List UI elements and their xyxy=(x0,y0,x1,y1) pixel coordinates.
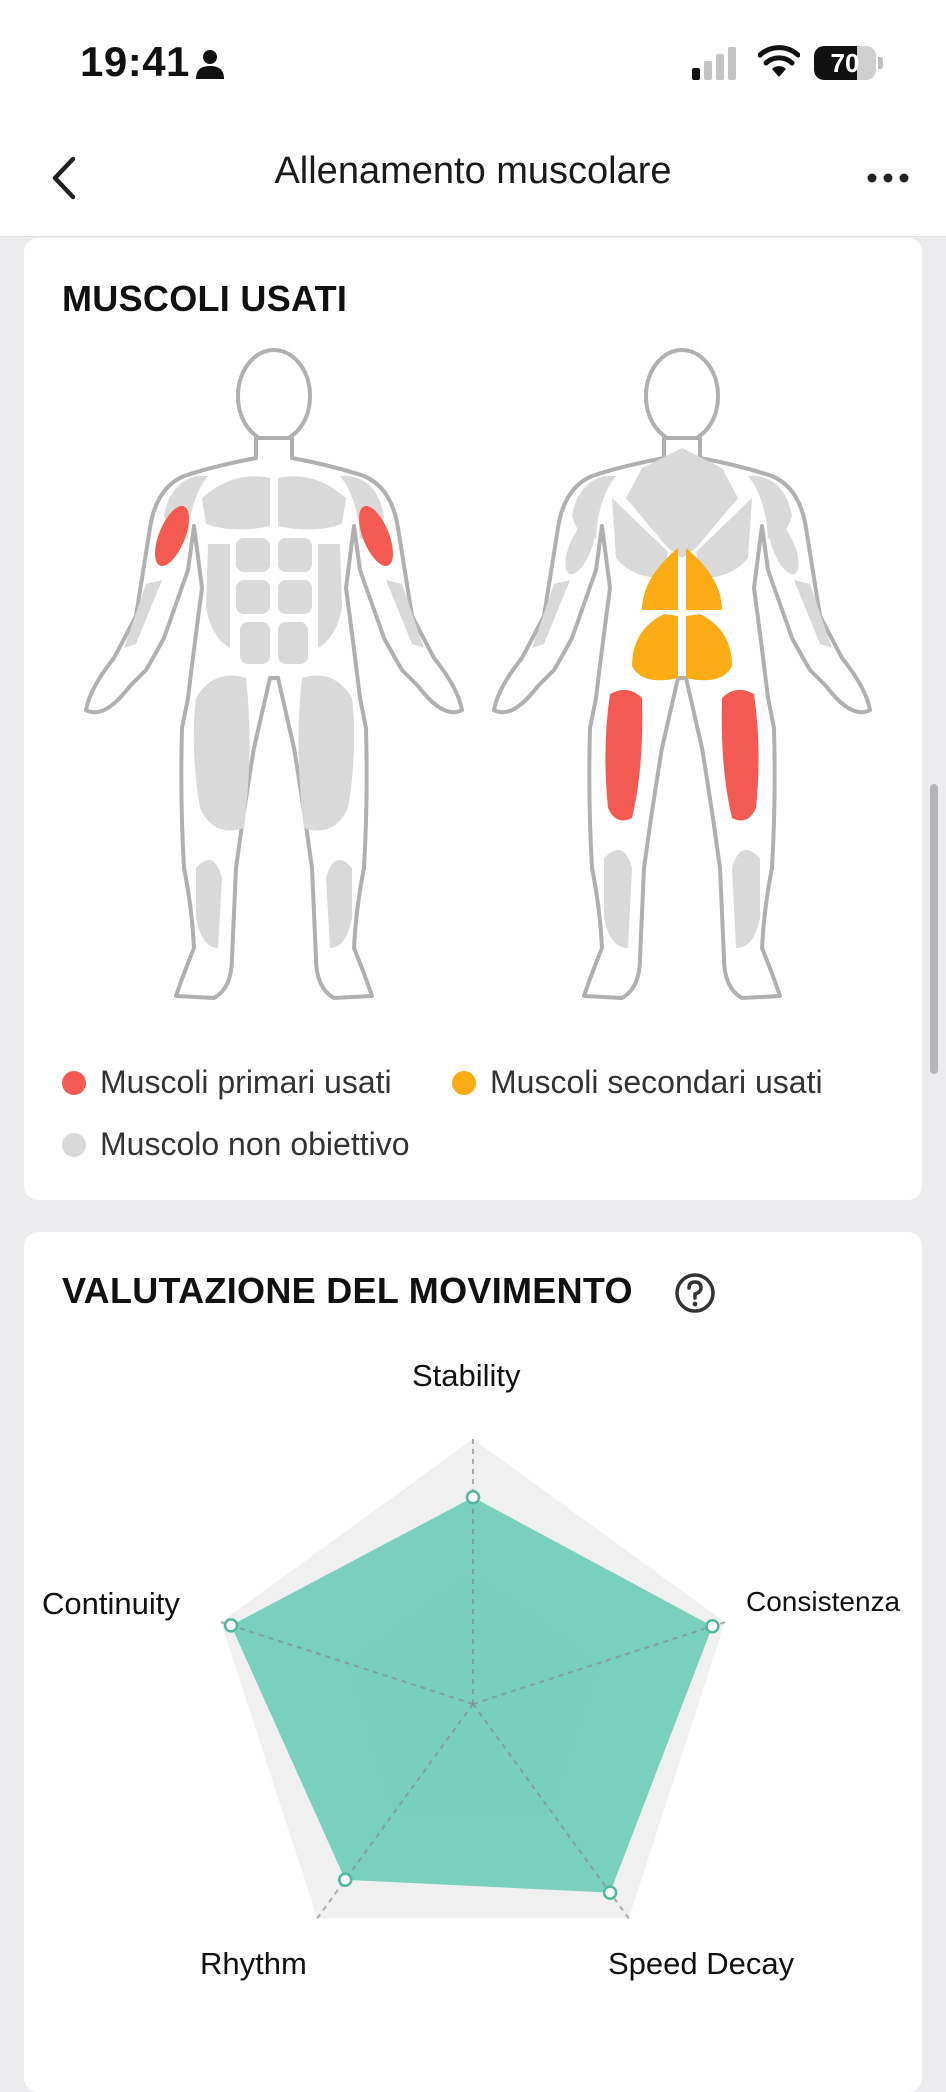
radar-point xyxy=(223,1618,239,1633)
radar-point xyxy=(338,1872,353,1888)
status-bar: 19:41 70 xyxy=(0,0,946,120)
legend-secondary: Muscoli secondari usati xyxy=(452,1064,823,1101)
legend-non-target-label: Muscolo non obiettivo xyxy=(100,1126,410,1162)
primary-dot-icon xyxy=(62,1070,86,1095)
non-target-dot-icon xyxy=(62,1132,86,1157)
scrollbar[interactable] xyxy=(930,784,938,1074)
page-title: Allenamento muscolare xyxy=(274,150,672,192)
radar-label-rhythm: Rhythm xyxy=(200,1946,307,1981)
radar-point xyxy=(465,1490,481,1505)
radar-point xyxy=(705,1618,720,1634)
status-time: 19:41 xyxy=(80,38,190,85)
more-button[interactable] xyxy=(858,148,918,208)
movement-evaluation-card: VALUTAZIONE DEL MOVIMENTO Stability Cons… xyxy=(24,1232,922,2092)
legend-non-target: Muscolo non obiettivo xyxy=(62,1126,410,1163)
radar-label-speed-decay: Speed Decay xyxy=(608,1946,795,1981)
radar-point xyxy=(602,1885,618,1900)
radar-label-consistenza: Consistenza xyxy=(746,1586,901,1617)
battery-percent: 70 xyxy=(830,48,860,78)
person-icon xyxy=(196,50,224,79)
radar-label-stability: Stability xyxy=(412,1358,521,1393)
signal-icon xyxy=(692,47,736,80)
ellipsis-icon xyxy=(867,173,909,183)
secondary-dot-icon xyxy=(452,1070,476,1095)
muscles-used-card: MUSCOLI USATI Muscoli primari usati Musc… xyxy=(24,238,922,1200)
front-body-figure xyxy=(84,348,464,1000)
legend-primary: Muscoli primari usati xyxy=(62,1064,392,1101)
battery-icon: 70 xyxy=(814,46,884,80)
muscles-used-title: MUSCOLI USATI xyxy=(62,278,348,319)
back-body-figure xyxy=(492,348,872,1000)
legend-primary-label: Muscoli primari usati xyxy=(100,1064,392,1100)
nav-bar: Allenamento muscolare xyxy=(0,120,946,237)
radar-label-continuity: Continuity xyxy=(42,1586,180,1621)
legend-secondary-label: Muscoli secondari usati xyxy=(490,1064,823,1100)
wifi-icon xyxy=(758,45,800,77)
